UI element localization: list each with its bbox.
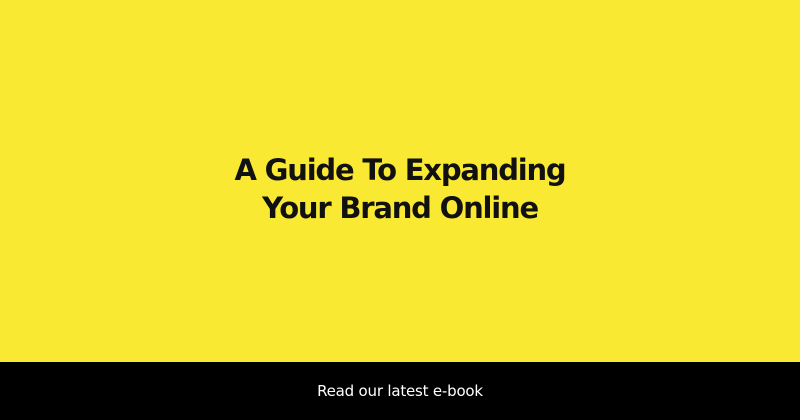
headline-line-1: A Guide To Expanding bbox=[234, 153, 567, 187]
read-ebook-link[interactable]: Read our latest e-book bbox=[317, 382, 483, 400]
page-title: A Guide To Expanding Your Brand Online bbox=[234, 151, 567, 227]
headline-line-2: Your Brand Online bbox=[262, 191, 539, 225]
hero-section: A Guide To Expanding Your Brand Online bbox=[0, 0, 800, 362]
footer-cta-bar[interactable]: Read our latest e-book bbox=[0, 362, 800, 420]
promo-banner: A Guide To Expanding Your Brand Online R… bbox=[0, 0, 800, 420]
